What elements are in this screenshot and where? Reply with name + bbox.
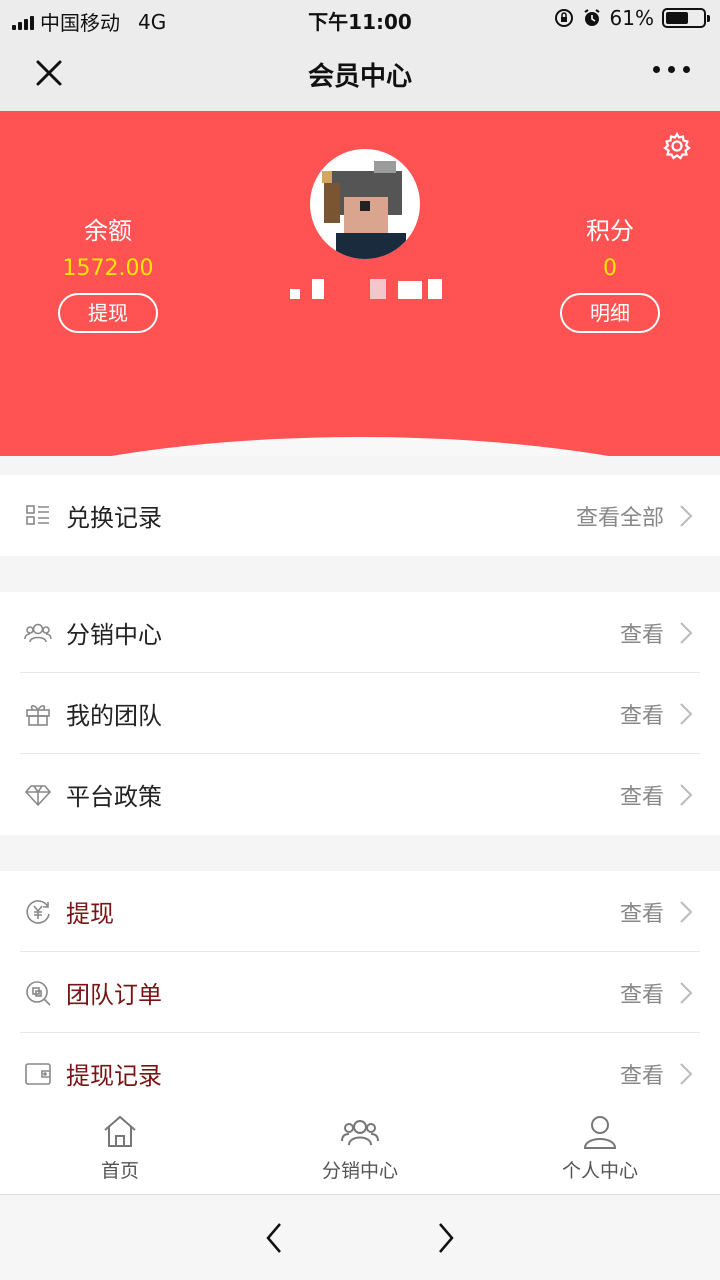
status-bar: 中国移动 4G 下午11:00 61%	[0, 0, 720, 36]
tab-label: 个人中心	[561, 1160, 638, 1182]
person-icon	[583, 1116, 617, 1149]
chevron-right-icon	[680, 900, 693, 923]
section-distribution: 分销中心 查看 我的团队 查看 平台政策 查看	[0, 592, 720, 835]
view-link[interactable]: 查看	[620, 1058, 664, 1090]
section-finance: 提现 查看 团队订单 查看 提现记录 查看	[0, 871, 720, 1114]
username-redacted	[290, 279, 442, 299]
chevron-right-icon	[680, 1062, 693, 1085]
item-label: 我的团队	[66, 702, 162, 730]
battery-percent: 61%	[609, 6, 654, 30]
points-value: 0	[603, 256, 617, 281]
diamond-icon	[24, 784, 52, 806]
tab-home[interactable]: 首页	[0, 1108, 240, 1194]
tab-bar: 首页 分销中心 个人中心	[0, 1108, 720, 1194]
item-label: 平台政策	[66, 783, 162, 811]
chevron-right-icon	[680, 981, 693, 1004]
profile-header: 余额 1572.00 提现 积分 0 明细	[0, 111, 720, 456]
item-label: 分销中心	[66, 621, 162, 649]
exchange-record-label: 兑换记录	[66, 504, 162, 532]
balance-block: 余额 1572.00 提现	[8, 211, 208, 333]
balance-label: 余额	[84, 217, 132, 245]
view-link[interactable]: 查看	[620, 779, 664, 811]
tab-label: 分销中心	[321, 1160, 398, 1182]
battery-icon	[662, 8, 710, 28]
back-arrow-icon[interactable]	[264, 1221, 284, 1255]
tab-label: 首页	[100, 1160, 139, 1182]
browser-toolbar	[0, 1194, 720, 1280]
list-item[interactable]: 提现记录 查看	[0, 1033, 720, 1114]
view-link[interactable]: 查看	[620, 698, 664, 730]
item-label: 提现记录	[66, 1062, 162, 1090]
order-search-icon	[26, 980, 51, 1006]
tab-distribution[interactable]: 分销中心	[240, 1108, 480, 1194]
yuan-refresh-icon	[26, 899, 50, 924]
view-link[interactable]: 查看	[620, 896, 664, 928]
list-item[interactable]: 团队订单 查看	[0, 952, 720, 1033]
list-item[interactable]: 我的团队 查看	[0, 673, 720, 754]
gift-icon	[26, 704, 50, 726]
wallet-icon	[25, 1062, 51, 1085]
chevron-right-icon	[680, 783, 693, 806]
list-icon	[26, 504, 49, 525]
status-right: 61%	[554, 6, 710, 30]
list-item[interactable]: 分销中心 查看	[0, 592, 720, 673]
list-item[interactable]: 提现 查看	[0, 871, 720, 952]
withdraw-button[interactable]: 提现	[58, 293, 158, 333]
avatar[interactable]	[310, 149, 420, 259]
header-curve	[0, 437, 720, 456]
item-label: 团队订单	[66, 981, 162, 1009]
points-label: 积分	[586, 217, 634, 245]
item-label: 提现	[66, 900, 114, 928]
chevron-right-icon	[680, 621, 693, 644]
home-icon	[104, 1115, 136, 1147]
exchange-record-row[interactable]: 兑换记录 查看全部	[0, 475, 720, 556]
tab-profile[interactable]: 个人中心	[480, 1108, 720, 1194]
list-item[interactable]: 平台政策 查看	[0, 754, 720, 835]
points-detail-button[interactable]: 明细	[560, 293, 660, 333]
chevron-right-icon	[680, 702, 693, 725]
users-icon	[341, 1120, 379, 1146]
exchange-card: 兑换记录 查看全部	[0, 475, 720, 556]
view-all-link[interactable]: 查看全部	[576, 500, 664, 532]
view-link[interactable]: 查看	[620, 617, 664, 649]
points-block: 积分 0 明细	[510, 211, 710, 333]
forward-arrow-icon[interactable]	[436, 1221, 456, 1255]
balance-value: 1572.00	[62, 256, 154, 281]
chevron-right-icon	[680, 504, 693, 527]
nav-bar: 会员中心	[0, 36, 720, 111]
users-icon	[24, 623, 52, 642]
more-icon[interactable]	[653, 66, 690, 73]
settings-gear-icon[interactable]	[662, 131, 692, 161]
rotation-lock-icon	[554, 9, 573, 27]
alarm-icon	[583, 9, 600, 26]
page-title: 会员中心	[307, 62, 412, 92]
view-link[interactable]: 查看	[620, 977, 664, 1009]
